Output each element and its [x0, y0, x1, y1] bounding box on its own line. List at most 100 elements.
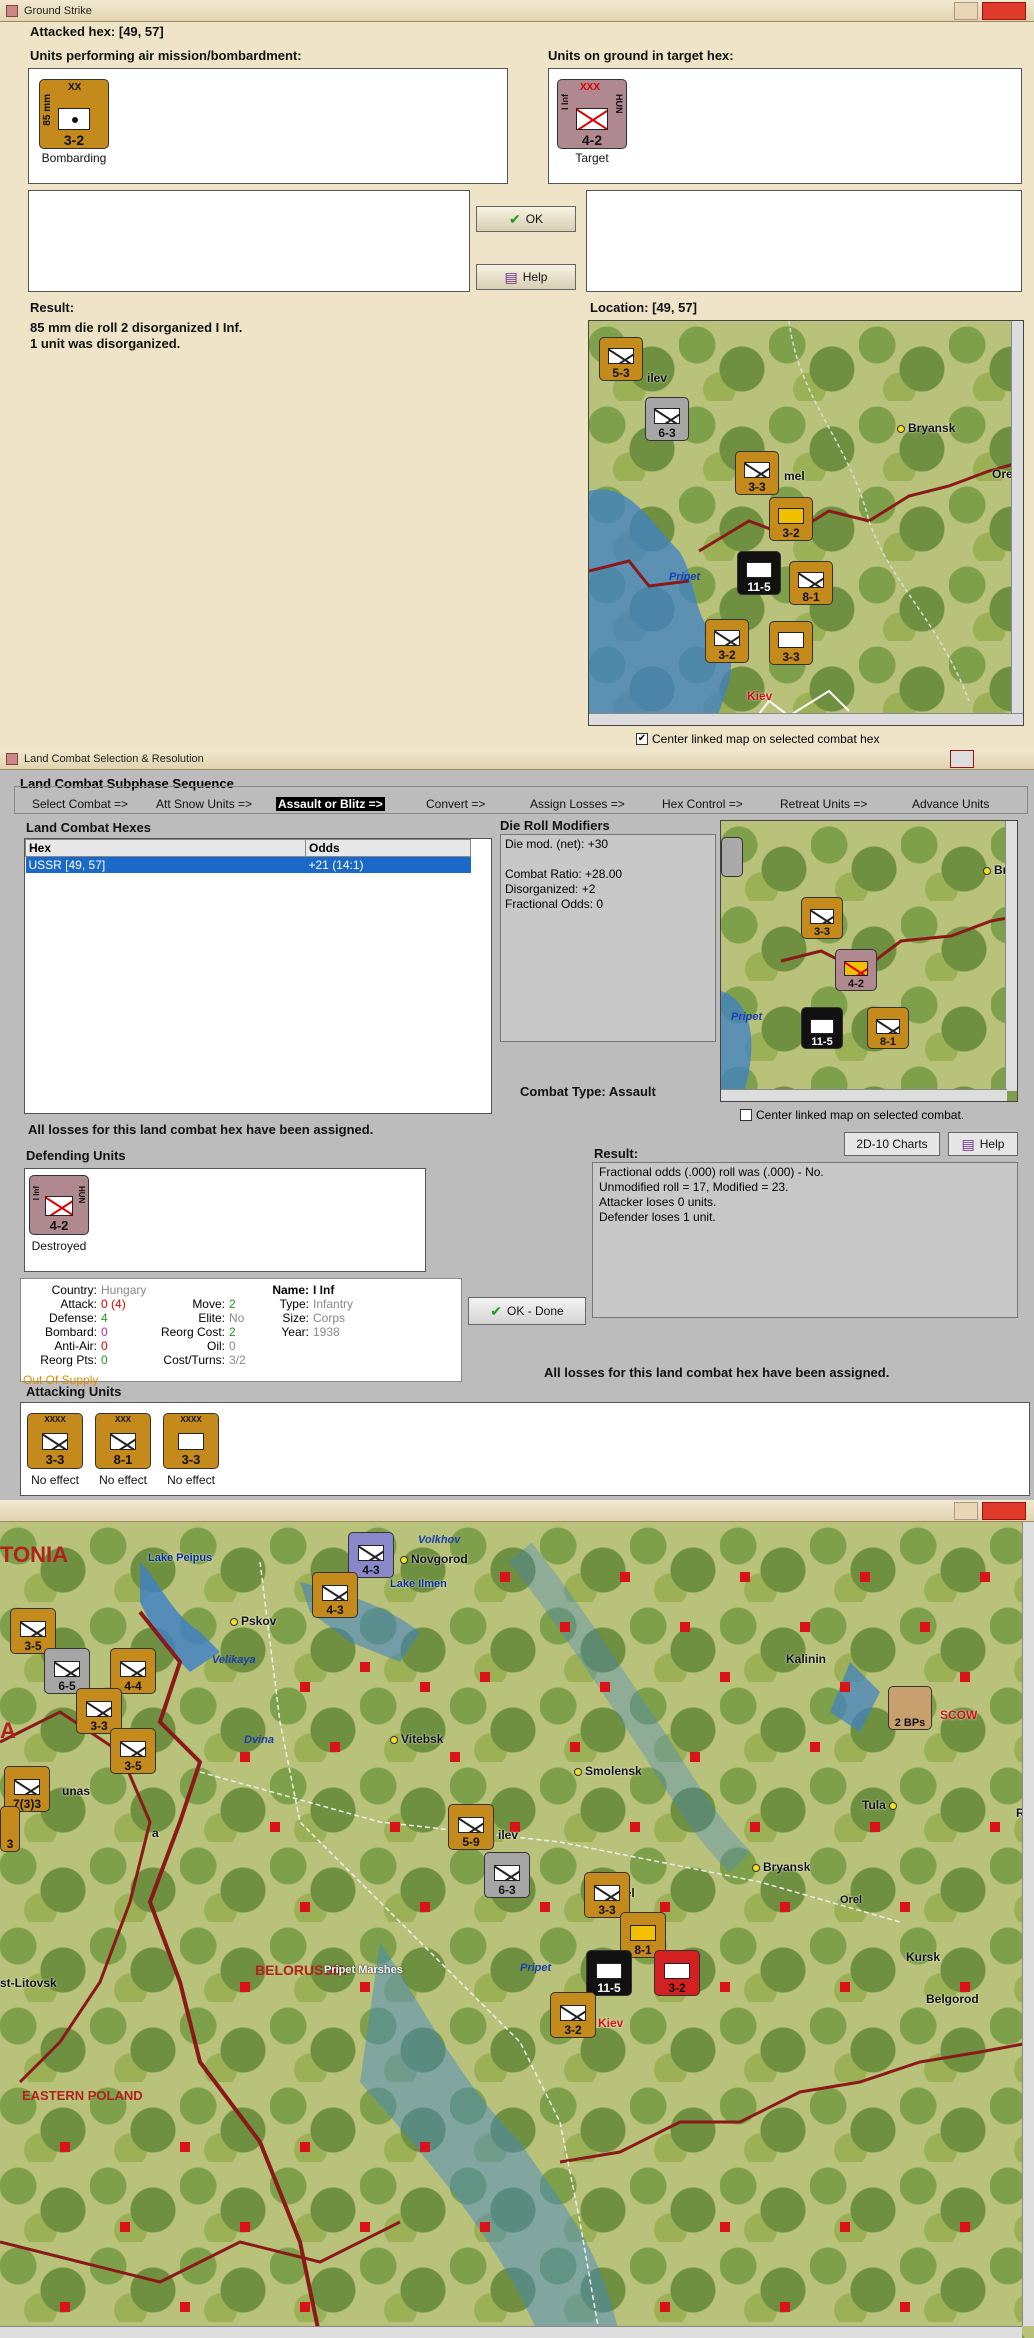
phase-convert[interactable]: Convert => [426, 797, 485, 811]
attacking-units-label: Attacking Units [26, 1384, 122, 1399]
city-vitebsk: Vitebsk [390, 1732, 443, 1746]
attacking-unit-caption: No effect [167, 1473, 215, 1487]
attacking-unit-counter[interactable]: XXXX 3-3 [27, 1413, 83, 1469]
combat-hexes-list[interactable]: Hex Odds USSR [49, 57] +21 (14:1) [24, 838, 492, 1114]
map-unit[interactable]: 5-3 [599, 337, 643, 381]
main-map-hscroll[interactable] [0, 2326, 1022, 2338]
column-header-hex[interactable]: Hex [25, 839, 306, 857]
close-button[interactable] [950, 750, 974, 768]
close-button[interactable] [982, 2, 1026, 20]
result-line-1: 85 mm die roll 2 disorganized I Inf. [30, 320, 243, 335]
minimap-vscroll[interactable] [1005, 821, 1017, 1091]
map-unit[interactable]: 4-3 [312, 1572, 358, 1618]
red-marker [570, 1742, 580, 1752]
map-unit[interactable]: 3-3 [769, 621, 813, 665]
odds-cell: +21 (14:1) [305, 856, 471, 873]
ground-strike-titlebar[interactable]: Ground Strike [0, 0, 1034, 22]
modifier-line: Disorganized: +2 [505, 882, 596, 896]
stat-label: Defense: [48, 1311, 97, 1325]
map-unit[interactable]: 11-5 [586, 1950, 632, 1996]
map-unit[interactable]: 4-3 [348, 1532, 394, 1578]
main-map-vscroll[interactable] [1022, 1522, 1034, 2326]
type-value: Infantry [313, 1297, 354, 1311]
map-unit[interactable]: 3 [0, 1806, 20, 1852]
red-marker [780, 2302, 790, 2312]
map-unit[interactable]: 3-2 [654, 1950, 700, 1996]
location-value: [49, 57] [652, 300, 697, 315]
ok-button-label: OK [525, 212, 544, 226]
minimap-hscroll[interactable] [721, 1089, 1007, 1101]
red-marker [840, 1982, 850, 1992]
main-map[interactable]: TONIA BELORUSSIA EASTERN POLAND A Novgor… [0, 1522, 1034, 2338]
map-unit[interactable]: 11-5 [737, 551, 781, 595]
red-marker [450, 1752, 460, 1762]
phase-hex-control[interactable]: Hex Control => [662, 797, 743, 811]
table-row[interactable]: USSR [49, 57] +21 (14:1) [25, 856, 471, 873]
minimize-button[interactable] [954, 2, 978, 20]
ok-done-label: OK - Done [507, 1304, 564, 1318]
map-unit[interactable]: 8-1 [789, 561, 833, 605]
ok-done-button[interactable]: ✔ OK - Done [468, 1297, 586, 1325]
infantry-symbol-icon [45, 1196, 73, 1216]
defending-unit-caption: Destroyed [31, 1239, 87, 1253]
red-marker [300, 2142, 310, 2152]
ground-details-box [586, 190, 1022, 292]
target-unit-counter[interactable]: XXX I Inf HUN 4-2 [557, 79, 627, 149]
map-unit[interactable]: 3-3 [735, 451, 779, 495]
attacking-unit-counter[interactable]: XXX 8-1 [95, 1413, 151, 1469]
phase-advance-units[interactable]: Advance Units [912, 797, 989, 811]
land-combat-titlebar[interactable]: Land Combat Selection & Resolution [0, 748, 1034, 770]
unit-strength: 3-3 [181, 1452, 201, 1467]
phase-assault-blitz[interactable]: Assault or Blitz => [276, 797, 385, 811]
help-button[interactable]: ▤ Help [476, 264, 576, 290]
bp-marker[interactable]: 2 BPs [888, 1686, 932, 1730]
center-linked-map-checkbox[interactable]: ✔ Center linked map on selected combat h… [636, 732, 879, 746]
infantry-symbol-icon [576, 108, 608, 130]
combat-type-value: Assault [608, 1084, 656, 1099]
center-linked-map-checkbox[interactable]: Center linked map on selected combat. [740, 1108, 964, 1122]
map-unit[interactable] [721, 837, 743, 877]
red-marker [330, 1742, 340, 1752]
attacking-unit-counter[interactable]: XXXX 3-3 [163, 1413, 219, 1469]
map-unit[interactable]: 11-5 [801, 1007, 843, 1049]
phase-retreat-units[interactable]: Retreat Units => [780, 797, 867, 811]
map-unit[interactable]: 3-5 [110, 1728, 156, 1774]
red-marker [480, 1672, 490, 1682]
unit-size-label: XXXX [44, 1415, 66, 1424]
air-unit-counter[interactable]: XX 85 mm 3-2 [39, 79, 109, 149]
map-unit[interactable]: 6-3 [645, 397, 689, 441]
map-unit[interactable]: 6-3 [484, 1852, 530, 1898]
red-marker [620, 1572, 630, 1582]
location-minimap[interactable]: ilev Bryansk mel Ore Pripet Kiev 5-3 6-3… [588, 320, 1024, 726]
ok-button[interactable]: ✔ OK [476, 206, 576, 232]
column-header-odds[interactable]: Odds [305, 839, 471, 857]
red-marker [120, 2222, 130, 2232]
phase-select-combat[interactable]: Select Combat => [32, 797, 128, 811]
phase-assign-losses[interactable]: Assign Losses => [530, 797, 625, 811]
river-label: Dvina [244, 1734, 274, 1746]
combat-minimap[interactable]: Bry mel Pripet 3-3 4-2 11-5 8-1 [720, 820, 1018, 1102]
close-button[interactable] [982, 1502, 1026, 1520]
stat-label: Cost/Turns: [163, 1353, 225, 1367]
infantry-symbol-icon [42, 1433, 68, 1450]
minimap-vscroll[interactable] [1011, 321, 1023, 715]
map-unit[interactable]: 3-3 [801, 897, 843, 939]
map-unit[interactable]: 3-2 [550, 1992, 596, 2038]
defending-unit-counter[interactable]: I Inf HUN 4-2 [29, 1175, 89, 1235]
artillery-symbol-icon [58, 108, 90, 130]
stat-label: Country: [51, 1283, 97, 1297]
map-unit[interactable]: 3-2 [769, 497, 813, 541]
map-unit[interactable]: 3-2 [705, 619, 749, 663]
map-unit[interactable]: 4-2 [835, 949, 877, 991]
map-unit[interactable]: 8-1 [867, 1007, 909, 1049]
defending-units-box: I Inf HUN 4-2 Destroyed [24, 1168, 426, 1272]
red-marker [900, 2302, 910, 2312]
red-marker [720, 2222, 730, 2232]
main-map-titlebar[interactable] [0, 1500, 1034, 1522]
minimize-button[interactable] [954, 1502, 978, 1520]
map-unit[interactable]: 5-9 [448, 1804, 494, 1850]
charts-button[interactable]: 2D-10 Charts [844, 1132, 940, 1156]
minimap-hscroll[interactable] [589, 713, 1023, 725]
help-button[interactable]: ▤ Help [948, 1132, 1018, 1156]
phase-att-snow[interactable]: Att Snow Units => [156, 797, 252, 811]
